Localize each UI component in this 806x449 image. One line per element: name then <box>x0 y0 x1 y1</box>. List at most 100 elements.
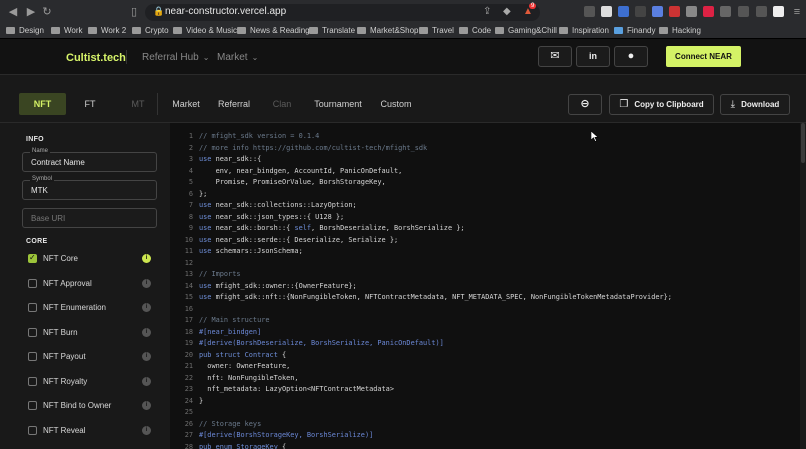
option-nft-payout[interactable]: NFT Payout i <box>28 351 154 363</box>
base-uri-placeholder: Base URI <box>31 214 66 223</box>
line-number: 26 <box>184 419 193 428</box>
bookmark-folder[interactable]: Work <box>51 26 83 35</box>
download-button[interactable]: ⤓ Download <box>720 94 790 115</box>
code-scrollbar[interactable] <box>800 123 806 449</box>
info-icon[interactable]: i <box>142 303 151 312</box>
bookmark-folder[interactable]: Design <box>6 26 44 35</box>
option-nft-royalty[interactable]: NFT Royalty i <box>28 376 154 388</box>
tab-clan: Clan <box>272 99 292 109</box>
copy-link-button[interactable]: ⊖ <box>568 94 602 115</box>
extension-icon[interactable] <box>686 6 697 17</box>
checkbox[interactable] <box>28 352 37 361</box>
option-nft-burn[interactable]: NFT Burn i <box>28 327 154 339</box>
bookmark-folder[interactable]: Inspiration <box>559 26 609 35</box>
wallet-icon[interactable] <box>756 6 767 17</box>
mail-icon[interactable]: ✉ <box>538 46 572 67</box>
referral-hub-menu[interactable]: Referral Hub ⌄ <box>142 52 209 63</box>
extension-icon[interactable] <box>601 6 612 17</box>
base-uri-field[interactable]: Base URI <box>22 208 157 228</box>
code-token: use <box>199 293 212 301</box>
reload-icon[interactable]: ↻ <box>40 5 54 19</box>
line-number: 25 <box>184 408 193 416</box>
bookmark-folder[interactable]: Hacking <box>659 26 701 35</box>
sidebar-toggle-icon[interactable] <box>738 6 749 17</box>
puzzle-icon[interactable] <box>720 6 731 17</box>
line-number: 11 <box>184 247 193 255</box>
link-icon: ⊖ <box>580 98 590 110</box>
github-icon[interactable]: ● <box>614 46 648 67</box>
info-icon[interactable]: i <box>142 377 151 386</box>
checkbox[interactable] <box>28 279 37 288</box>
code-token: // mfight_sdk version = 0.1.4 <box>199 132 320 140</box>
back-icon[interactable]: ◀ <box>6 5 20 19</box>
bookmark-folder[interactable]: Work 2 <box>88 26 126 35</box>
copy-to-clipboard-button[interactable]: ❐ Copy to Clipboard <box>609 94 714 115</box>
option-nft-reveal[interactable]: NFT Reveal i <box>28 425 154 437</box>
checkbox[interactable] <box>28 401 37 410</box>
bookmark-folder[interactable]: Code <box>459 26 491 35</box>
forward-icon[interactable]: ▶ <box>24 5 38 19</box>
checkbox[interactable] <box>28 426 37 435</box>
symbol-field[interactable]: Symbol MTK <box>22 176 157 200</box>
info-icon[interactable]: i <box>142 426 151 435</box>
extension-icon[interactable] <box>618 6 629 17</box>
brand-logo[interactable]: Cultist.tech <box>66 52 126 64</box>
connect-near-button[interactable]: Connect NEAR <box>666 46 741 67</box>
app-header: Cultist.tech Referral Hub ⌄ Market ⌄ ✉ in … <box>0 39 806 75</box>
option-label: NFT Payout <box>43 352 86 361</box>
info-icon[interactable]: i <box>142 279 151 288</box>
tab-ft[interactable]: FT <box>78 93 102 115</box>
tab-tournament[interactable]: Tournament <box>309 93 367 115</box>
option-nft-approval[interactable]: NFT Approval i <box>28 278 154 290</box>
bookmark-folder[interactable]: Gaming&Chill <box>495 26 557 35</box>
linkedin-icon[interactable]: in <box>576 46 610 67</box>
bookmark-folder[interactable]: News & Reading <box>237 26 310 35</box>
extension-icon[interactable] <box>635 6 646 17</box>
line-number: 3 <box>188 155 193 163</box>
code-preview[interactable]: 1 // mfight_sdk version = 0.1.4 2 // more i… <box>170 123 800 449</box>
profile-icon[interactable] <box>773 6 784 17</box>
info-section-title: INFO <box>26 136 44 143</box>
option-nft-enumeration[interactable]: NFT Enumeration i <box>28 302 154 314</box>
bookmark-folder[interactable]: Market&Shop <box>357 26 418 35</box>
bookmark-folder[interactable]: Video & Music <box>173 26 237 35</box>
code-line: 10 use near_sdk::serde::{ Deserialize, Se… <box>170 235 800 247</box>
bookmark-folder[interactable]: Translate <box>309 26 355 35</box>
address-bar[interactable]: 🔒 near-constructor.vercel.app ⇪ ◆ ▲ 9 <box>145 3 540 21</box>
brave-shield-icon[interactable]: ◆ <box>503 6 511 17</box>
contract-tabs: NFT FT MT Market Referral Clan Tournamen… <box>0 75 806 123</box>
checkbox[interactable] <box>28 303 37 312</box>
extension-icon[interactable] <box>652 6 663 17</box>
checkbox-checked[interactable] <box>28 253 37 263</box>
line-number: 7 <box>188 201 193 209</box>
info-icon[interactable]: i <box>142 328 151 337</box>
scrollbar-thumb[interactable] <box>801 123 805 163</box>
tab-market[interactable]: Market <box>167 93 205 115</box>
code-token: pub struct <box>199 350 241 359</box>
line-number: 17 <box>184 316 193 324</box>
name-field[interactable]: Name Contract Name <box>22 148 157 172</box>
info-icon[interactable]: i <box>142 254 151 263</box>
option-nft-core[interactable]: NFT Core i <box>28 253 154 265</box>
bookmark-folder[interactable]: Crypto <box>132 26 169 35</box>
market-menu[interactable]: Market ⌄ <box>217 52 258 63</box>
extension-icon[interactable] <box>584 6 595 17</box>
menu-icon[interactable]: ≡ <box>790 5 804 19</box>
extension-icon[interactable] <box>703 6 714 17</box>
checkbox[interactable] <box>28 328 37 337</box>
option-nft-bind-to-owner[interactable]: NFT Bind to Owner i <box>28 400 154 412</box>
copy-icon: ❐ <box>619 99 629 110</box>
share-icon[interactable]: ⇪ <box>483 6 491 17</box>
tab-referral[interactable]: Referral <box>214 93 254 115</box>
bookmark-icon[interactable]: ▯ <box>127 5 141 19</box>
code-line: 12 <box>170 258 800 270</box>
info-icon[interactable]: i <box>142 401 151 410</box>
tab-nft[interactable]: NFT <box>19 93 66 115</box>
bookmark-folder[interactable]: Finandy <box>614 26 655 35</box>
tab-custom[interactable]: Custom <box>376 93 416 115</box>
extension-icon[interactable] <box>669 6 680 17</box>
checkbox[interactable] <box>28 377 37 386</box>
code-token: { <box>277 442 287 449</box>
bookmark-folder[interactable]: Travel <box>419 26 454 35</box>
info-icon[interactable]: i <box>142 352 151 361</box>
